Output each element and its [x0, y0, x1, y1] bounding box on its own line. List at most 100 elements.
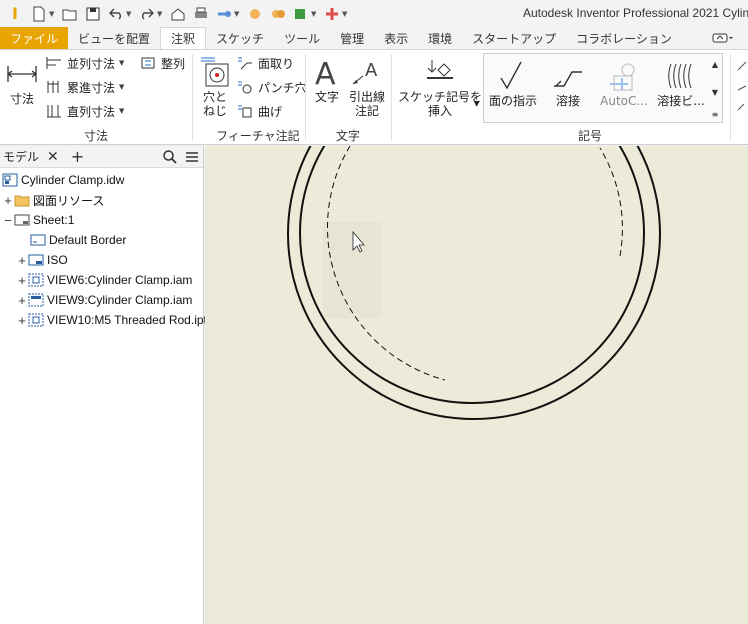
redo-icon[interactable] [137, 4, 157, 24]
ribbon-display-toggle-icon[interactable] [702, 27, 744, 49]
tree-item-view9[interactable]: + VIEW9:Cylinder Clamp.iam [16, 290, 192, 310]
drawing-canvas[interactable] [205, 146, 748, 624]
group-label-symbols: 記号 [578, 129, 603, 143]
undo-dropdown-icon[interactable]: ▼ [126, 10, 134, 18]
expand-icon[interactable]: + [16, 293, 28, 308]
weld-button[interactable]: 溶接 [546, 58, 590, 108]
expand-icon[interactable]: + [2, 193, 14, 208]
group-label-dimension: 寸法 [84, 129, 109, 143]
dimension-label: 寸法 [9, 92, 34, 106]
tree-item-document[interactable]: Cylinder Clamp.idw [2, 170, 124, 190]
leader-text-icon: A [351, 54, 383, 90]
print-icon[interactable] [191, 4, 211, 24]
hole-thread-button[interactable]: 穴と ねじ [198, 54, 232, 118]
cumulative-dimension-icon [45, 79, 63, 95]
group-label-text: 文字 [336, 129, 361, 143]
sketch-symbol-dropdown-icon[interactable]: ▼ [474, 100, 479, 108]
autocenter-button[interactable]: AutoC... [600, 58, 648, 108]
dimension-icon [6, 56, 38, 92]
undo-icon[interactable] [106, 4, 126, 24]
tab-collaborate[interactable]: コラボレーション [566, 27, 682, 49]
tab-sketch[interactable]: スケッチ [206, 27, 274, 49]
group-divider [192, 54, 193, 140]
tree-item-sheet[interactable]: − Sheet:1 [2, 210, 74, 230]
ribbon-panel: 寸法 並列寸法 ▼ 整列 累進寸法 ▼ 直列寸法 ▼ 寸法 穴と ねじ 面取り パンチ… [0, 50, 748, 145]
text-button[interactable]: A 文字 [311, 54, 343, 104]
collapse-icon[interactable]: − [2, 213, 14, 228]
select-icon[interactable] [214, 4, 234, 24]
svg-text:A: A [315, 57, 336, 88]
drawing-view-icon [28, 313, 44, 327]
gallery-expand-icon[interactable]: ≡ [708, 110, 722, 119]
tree-item-view10[interactable]: + VIEW10:M5 Threaded Rod.ipt [16, 310, 207, 330]
chamfer-note-button[interactable]: 面取り [236, 53, 294, 73]
tab-place-views[interactable]: ビューを配置 [68, 27, 160, 49]
new-icon[interactable] [29, 4, 49, 24]
leader-text-button[interactable]: A 引出線 注記 [347, 54, 387, 118]
appearance-icon[interactable] [245, 4, 265, 24]
window-title: Autodesk Inventor Professional 2021 Cyli… [523, 6, 748, 20]
expand-icon[interactable]: + [16, 253, 28, 268]
customize-dropdown-icon[interactable]: ▼ [342, 10, 350, 18]
redo-dropdown-icon[interactable]: ▼ [157, 10, 165, 18]
tree-item-view6[interactable]: + VIEW6:Cylinder Clamp.iam [16, 270, 192, 290]
browser-header: モデル ✕ + [0, 146, 203, 168]
tab-annotate[interactable]: 注釈 [160, 27, 207, 49]
material-icon[interactable] [268, 4, 288, 24]
parallel-dimension-button[interactable]: 並列寸法 ▼ [45, 53, 124, 73]
bend-note-button[interactable]: 曲げ [236, 101, 282, 121]
tree-item-iso[interactable]: + ISO [16, 250, 67, 270]
weld-bead-button[interactable]: 溶接ビ... [656, 58, 706, 108]
tree-item-drawing-resources[interactable]: + 図面リソース [2, 190, 104, 210]
add-icon[interactable]: + [71, 147, 84, 166]
insert-sketch-symbol-button[interactable]: スケッチ記号を 挿入 [398, 54, 482, 118]
gallery-scroll-down-icon[interactable]: ▼ [708, 88, 722, 97]
ordinate-dimension-button[interactable]: 直列寸法 ▼ [45, 101, 124, 121]
search-icon[interactable] [162, 149, 178, 165]
svg-text:A: A [365, 60, 378, 81]
punch-note-button[interactable]: パンチ穴 [236, 77, 307, 97]
surface-texture-button[interactable]: 面の指示 [487, 58, 539, 108]
select-dropdown-icon[interactable]: ▼ [234, 10, 242, 18]
text-icon: A [311, 54, 343, 90]
hole-thread-icon [199, 54, 231, 90]
ribbon-tabs: ファイル ビューを配置 注釈 スケッチ ツール 管理 表示 環境 スタートアップ… [0, 27, 748, 50]
tab-getting-started[interactable]: スタートアップ [462, 27, 566, 49]
border-icon [30, 233, 46, 247]
gallery-scroll-up-icon[interactable]: ▲ [708, 60, 722, 69]
tab-tools[interactable]: ツール [274, 27, 330, 49]
weld-icon [552, 58, 584, 94]
bend-icon [236, 103, 254, 119]
close-icon[interactable]: ✕ [47, 149, 59, 165]
browser-tab-model[interactable]: モデル [0, 148, 39, 165]
arrange-button[interactable]: 整列 [139, 53, 185, 73]
cumulative-dimension-button[interactable]: 累進寸法 ▼ [45, 77, 124, 97]
drawing-view-icon [28, 273, 44, 287]
thread-arc-right [599, 147, 623, 257]
tab-view[interactable]: 表示 [374, 27, 418, 49]
selection-highlight [323, 222, 381, 318]
tab-environment[interactable]: 環境 [418, 27, 462, 49]
tab-file[interactable]: ファイル [0, 27, 69, 49]
inventor-logo-icon[interactable]: I [4, 3, 26, 25]
update-icon[interactable] [291, 4, 311, 24]
weld-bead-icon [665, 58, 697, 94]
model-browser: モデル ✕ + Cylinder Clamp.idw + 図面リソース − Sh… [0, 146, 207, 624]
expand-icon[interactable]: + [16, 313, 28, 328]
tab-manage[interactable]: 管理 [330, 27, 374, 49]
save-icon[interactable] [83, 4, 103, 24]
tree-item-default-border[interactable]: Default Border [30, 230, 126, 250]
add-icon[interactable] [322, 4, 342, 24]
new-dropdown-icon[interactable]: ▼ [49, 10, 57, 18]
ordinate-dimension-icon [45, 103, 63, 119]
more-tools-icon[interactable] [736, 58, 748, 125]
folder-icon [14, 193, 30, 207]
menu-icon[interactable] [184, 149, 200, 165]
quick-access-toolbar: I ▼ ▼ ▼ ▼ ▼ ▼ Autodesk Inventor Professi… [0, 0, 748, 27]
open-icon[interactable] [60, 4, 80, 24]
home-icon[interactable] [168, 4, 188, 24]
dimension-button[interactable]: 寸法 [4, 56, 40, 106]
expand-icon[interactable]: + [16, 273, 28, 288]
update-dropdown-icon[interactable]: ▼ [311, 10, 319, 18]
chamfer-icon [236, 55, 254, 71]
